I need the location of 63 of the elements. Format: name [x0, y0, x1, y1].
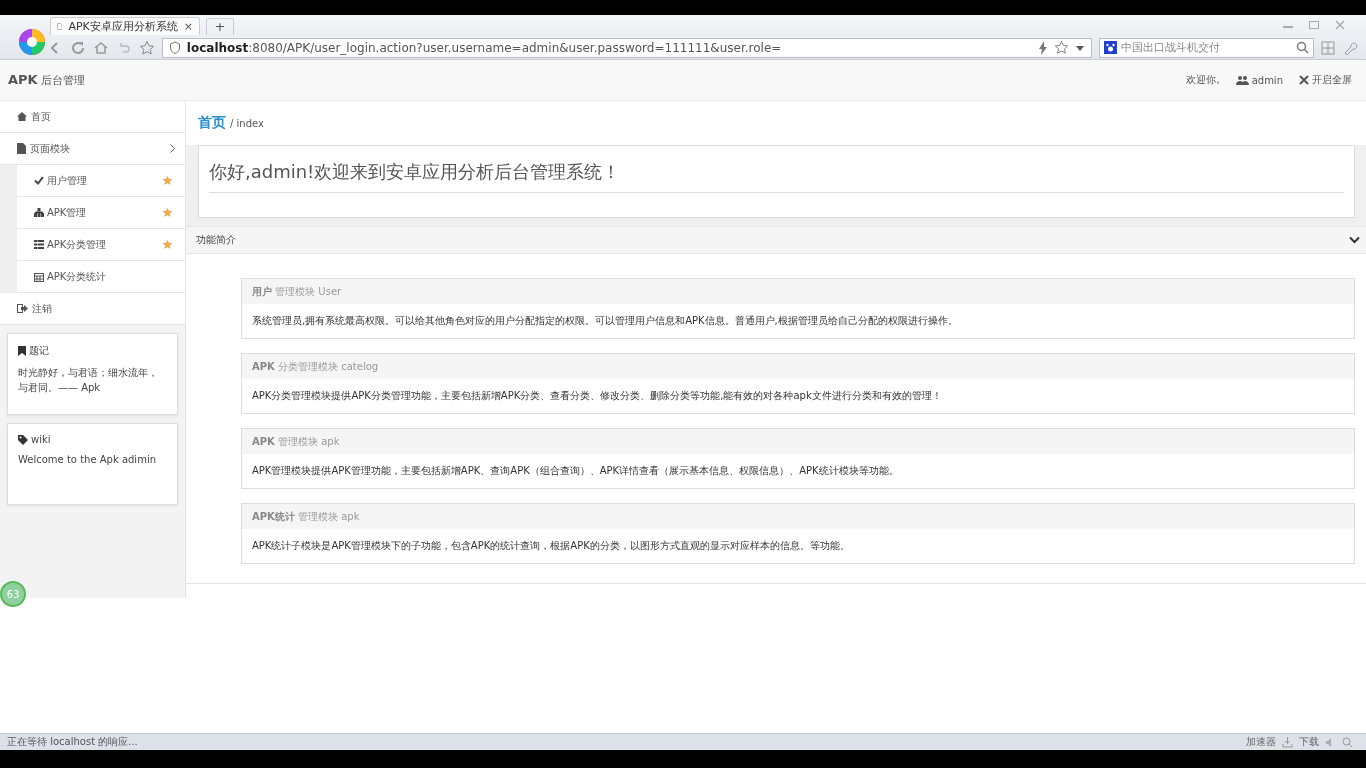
logout-icon — [17, 304, 28, 313]
card-title: wiki — [31, 434, 51, 445]
browser-tab[interactable]: APK安卓应用分析系统 × — [50, 17, 200, 35]
home-icon[interactable] — [92, 39, 109, 56]
sidebar-subitem[interactable]: 用户管理 — [17, 165, 185, 197]
module-description: APK统计子模块是APK管理模块下的子功能，包含APK的统计查询，根据APK的分类，以图形方式直观的显示对应样本的信息。等功能。 — [251, 539, 851, 553]
module-title: APK统计 管理模块 apk — [252, 509, 360, 524]
breadcrumb-text: / index — [230, 117, 264, 129]
new-tab-button[interactable]: + — [206, 18, 234, 35]
greeting-heading: 你好,admin!欢迎来到安卓应用分析后台管理系统！ — [209, 160, 1344, 193]
accelerator-button[interactable]: 加速器 — [1246, 735, 1276, 749]
search-icon[interactable] — [1296, 41, 1310, 54]
card-text: 时光静好，与君语；细水流年，与君同。—— Apk — [18, 366, 159, 395]
breadcrumb-link[interactable]: 首页 — [198, 114, 226, 132]
sidebar-subitem[interactable]: APK分类管理 — [17, 229, 185, 261]
star-icon[interactable] — [138, 39, 155, 56]
star-icon[interactable] — [1053, 40, 1069, 55]
module-title: APK 管理模块 apk — [252, 434, 340, 449]
page-icon — [57, 21, 63, 32]
sidebar-item[interactable]: 注销 — [0, 293, 185, 325]
download-icon[interactable] — [1282, 736, 1293, 748]
module-title: 用户 管理模块 User — [252, 284, 342, 299]
chevron-icon — [1349, 236, 1360, 244]
home-icon — [17, 112, 27, 121]
bookmark-icon — [18, 346, 26, 356]
paw-icon — [1103, 41, 1117, 54]
sidebar-subitem[interactable]: APK管理 — [17, 197, 185, 229]
tag-icon — [18, 434, 28, 445]
lightning-icon[interactable] — [1037, 40, 1048, 55]
grid-icon — [34, 240, 44, 249]
sitemap-icon — [34, 208, 44, 217]
module-title: APK 分类管理模块 catelog — [252, 359, 379, 374]
panel-header[interactable]: 功能简介 — [186, 226, 1366, 254]
maximize-icon[interactable] — [1308, 20, 1320, 30]
fullscreen-link[interactable]: 开启全屏 — [1299, 73, 1352, 87]
users-icon — [1235, 75, 1249, 85]
file-icon — [17, 143, 26, 154]
download-button[interactable]: 下载 — [1299, 735, 1319, 749]
calendar-icon — [34, 271, 44, 282]
card-title: 题记 — [29, 344, 49, 358]
wrench-icon[interactable] — [1342, 39, 1359, 56]
brand-title[interactable]: APK 后台管理 — [8, 72, 86, 88]
shield-icon — [168, 41, 181, 54]
grid-icon[interactable] — [1321, 40, 1336, 55]
module-description: 系统管理员,拥有系统最高权限。可以给其他角色对应的用户分配指定的权限。可以管理用户信息和APK信息。普通用户,根据管理员给自己分配的权限进行操作。 — [251, 314, 959, 328]
sidebar-subitem[interactable]: APK分类统计 — [17, 261, 185, 293]
status-text: 正在等待 localhost 的响应... — [7, 735, 138, 749]
welcome-text: 欢迎你, — [1186, 73, 1220, 87]
user-link[interactable]: admin — [1235, 74, 1283, 86]
browser-logo-icon[interactable] — [17, 27, 47, 57]
module-description: APK管理模块提供APK管理功能，主要包括新增APK、查询APK（组合查询）、APK详情查看（展示基本信息、权限信息）、APK统计模块等功能。 — [251, 464, 900, 478]
card-text: Welcome to the Apk adimin — [18, 453, 157, 467]
module-description: APK分类管理模块提供APK分类管理功能，主要包括新增APK分类、查看分类、修改分类、删除分类等功能,能有效的对各种apk文件进行分类和有效的管理！ — [251, 389, 943, 403]
address-bar[interactable]: localhost:8080/APK/user_login.action?user.username=admin&user.password=111111&user.role= — [161, 37, 1092, 58]
search-field[interactable]: 中国出口战斗机交付 — [1098, 37, 1315, 58]
expand-icon — [1299, 75, 1309, 85]
zoom-icon[interactable] — [1342, 736, 1354, 748]
sidebar-item[interactable]: 首页 — [0, 101, 185, 133]
tab-close-button[interactable]: × — [183, 20, 193, 33]
check-icon — [34, 176, 44, 185]
close-icon[interactable] — [1334, 20, 1346, 30]
sidebar-item[interactable]: 页面模块 — [0, 133, 185, 165]
reload-icon[interactable] — [69, 39, 86, 56]
